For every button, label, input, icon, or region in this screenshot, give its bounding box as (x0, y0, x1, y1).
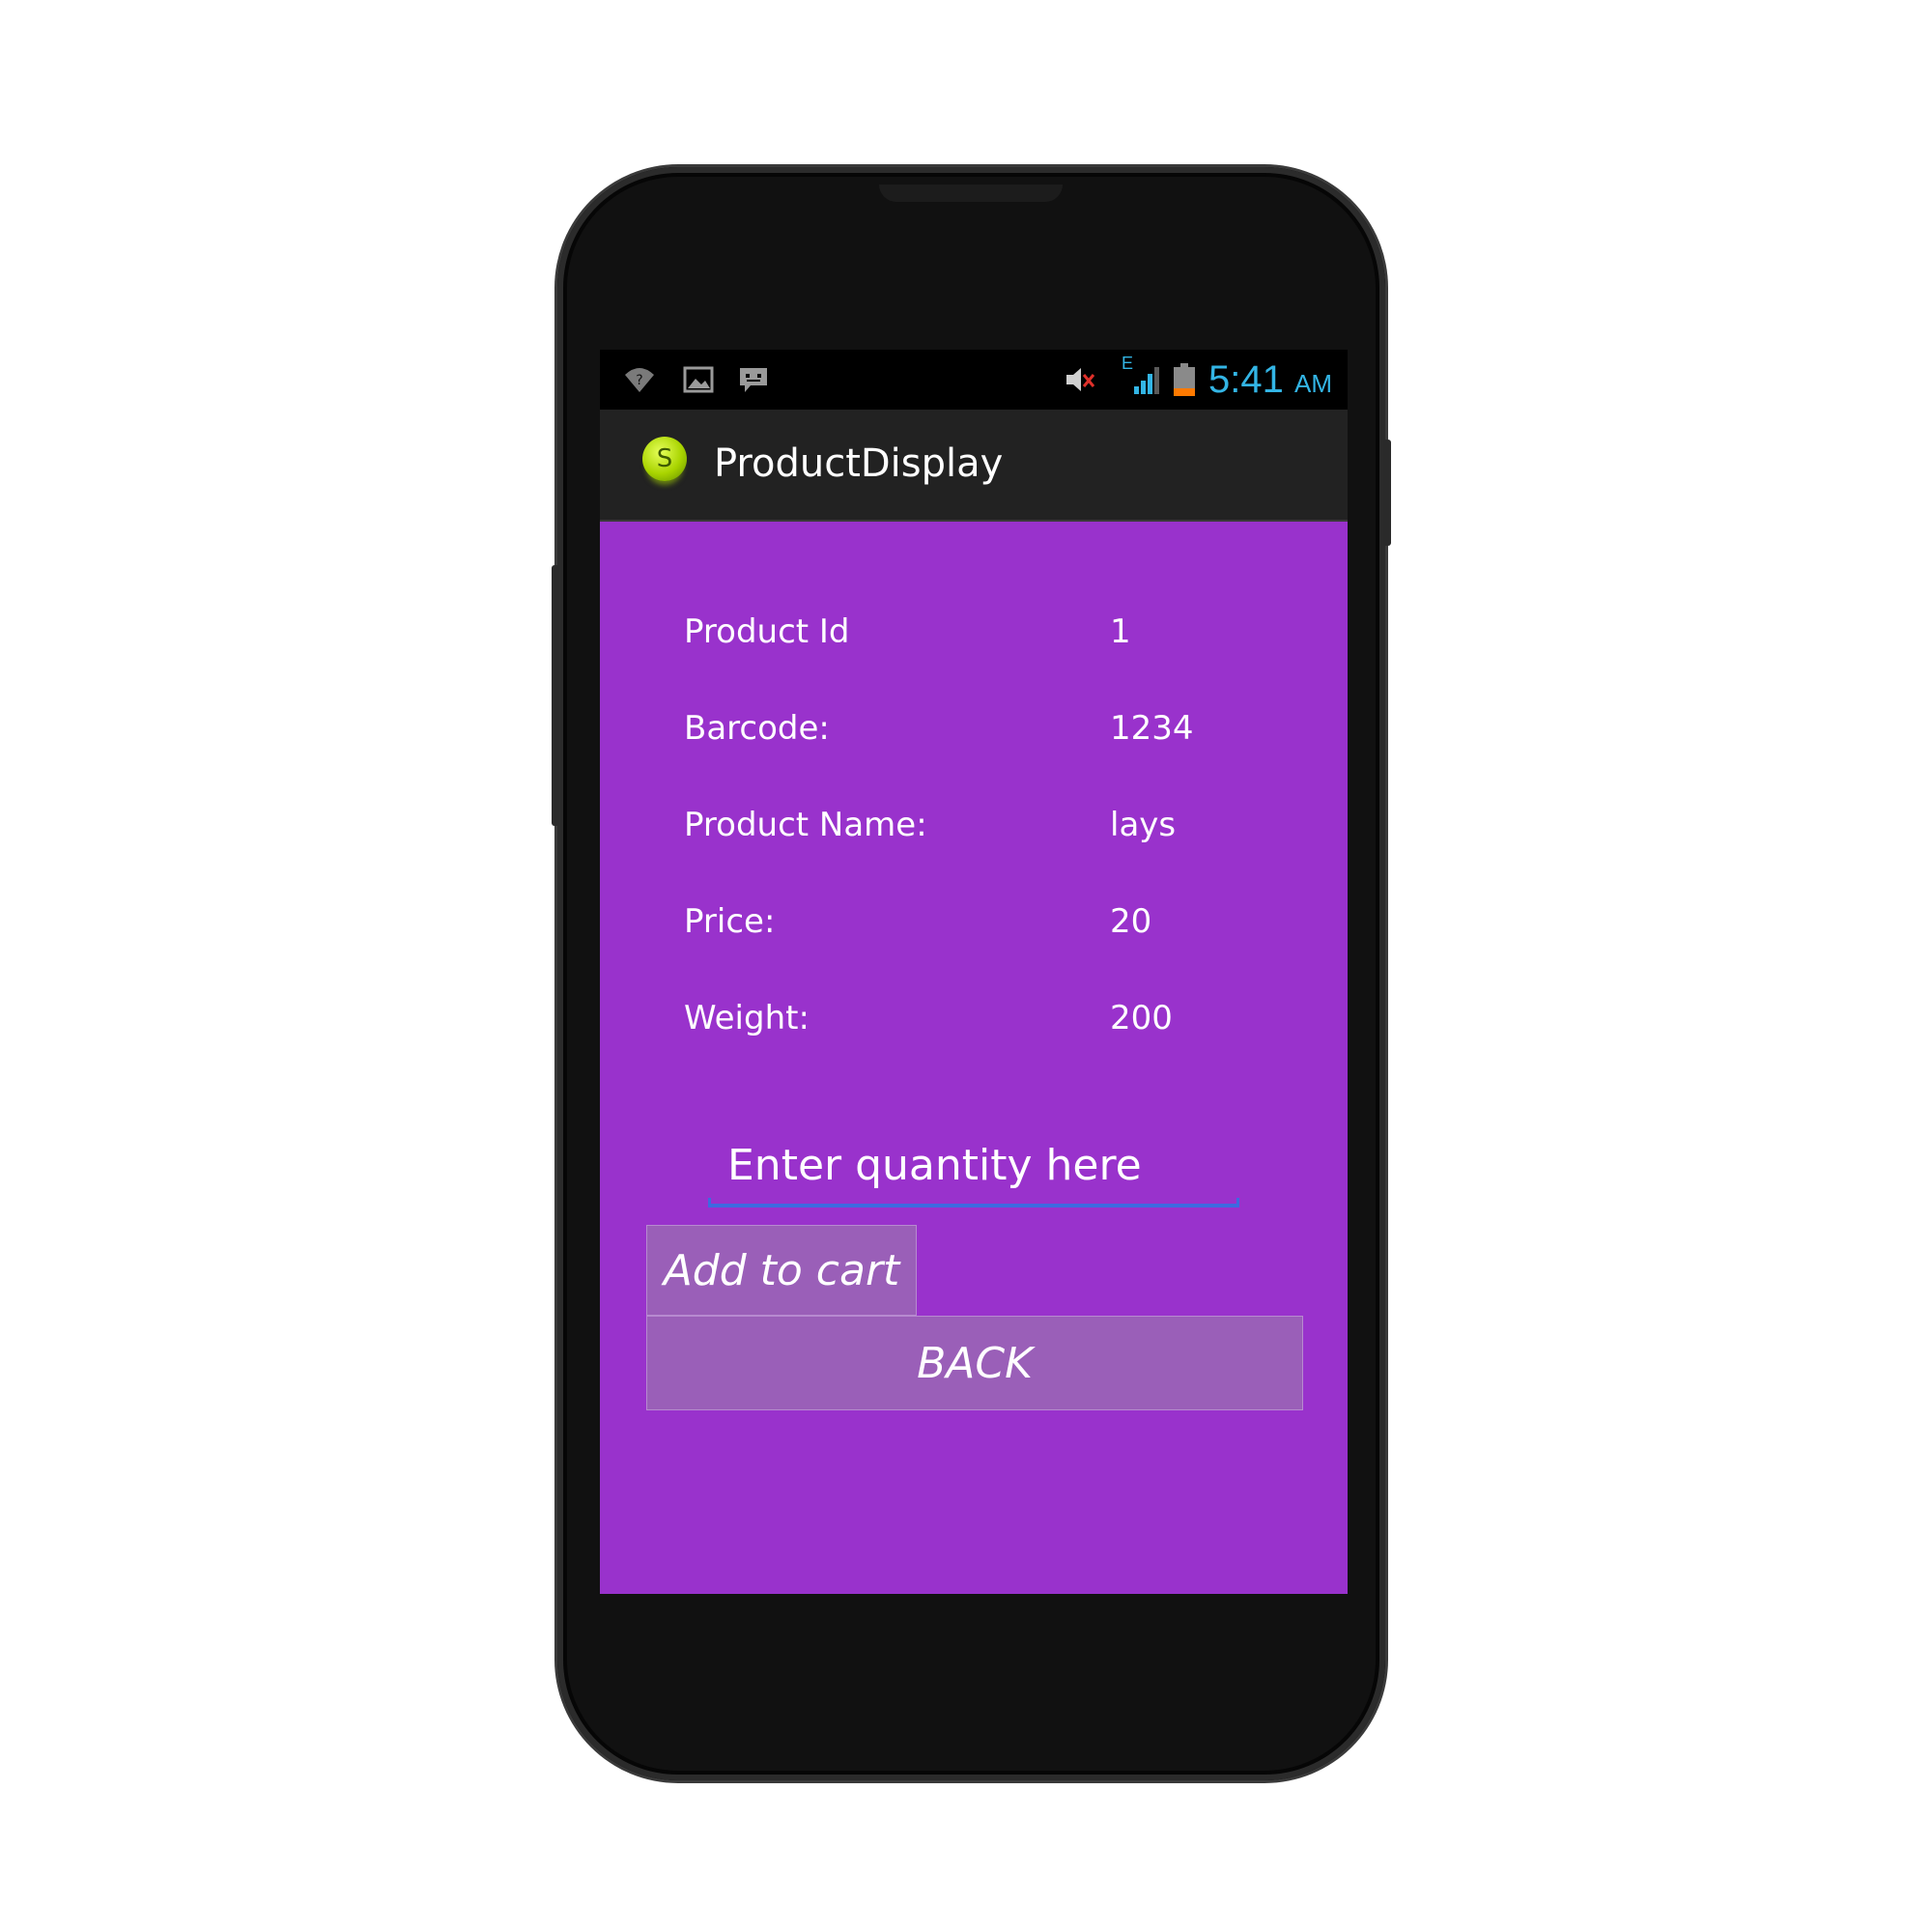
page-title: ProductDisplay (714, 441, 1004, 486)
product-id-label: Product Id (684, 612, 850, 651)
action-bar: S ProductDisplay (600, 410, 1348, 522)
status-clock: 5:41 AM (1208, 355, 1332, 409)
signal-icon (1134, 367, 1159, 394)
earpiece-speaker (879, 185, 1063, 202)
status-bar: ? E 5:41 AM (600, 350, 1348, 410)
wifi-icon: ? (625, 368, 654, 392)
clock-ampm: AM (1294, 369, 1332, 398)
screen: ? E 5:41 AM S ProductDisplay Product Id … (600, 350, 1348, 1594)
image-notification-icon (683, 366, 714, 393)
power-button (1383, 440, 1391, 546)
barcode-value: 1234 (1110, 709, 1194, 748)
back-button[interactable]: BACK (646, 1316, 1303, 1410)
add-to-cart-button[interactable]: Add to cart (646, 1225, 917, 1316)
product-name-label: Product Name: (684, 806, 927, 844)
price-value: 20 (1110, 902, 1152, 941)
volume-button (552, 565, 559, 826)
quantity-input[interactable] (708, 1134, 1259, 1196)
muted-volume-icon (1066, 368, 1095, 391)
price-label: Price: (684, 902, 776, 941)
battery-icon (1174, 363, 1195, 396)
weight-value: 200 (1110, 999, 1173, 1037)
clock-time: 5:41 (1208, 358, 1284, 401)
product-name-value: lays (1110, 806, 1177, 844)
svg-text:?: ? (636, 373, 642, 388)
product-id-value: 1 (1110, 612, 1131, 651)
barcode-label: Barcode: (684, 709, 830, 748)
weight-label: Weight: (684, 999, 810, 1037)
quantity-input-underline (708, 1198, 1239, 1208)
chat-notification-icon (740, 368, 767, 392)
app-icon[interactable]: S (642, 437, 687, 481)
